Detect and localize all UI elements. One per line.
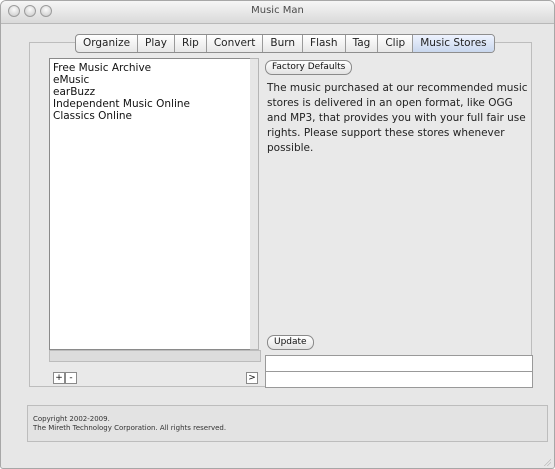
list-item[interactable]: eMusic (50, 74, 251, 86)
add-store-button[interactable]: + (53, 372, 65, 384)
tab-tag[interactable]: Tag (346, 35, 379, 52)
app-window: Music Man Organize Play Rip Convert Burn… (0, 0, 555, 469)
list-item[interactable]: Independent Music Online (50, 98, 251, 110)
tab-burn[interactable]: Burn (263, 35, 304, 52)
tab-rip[interactable]: Rip (175, 35, 207, 52)
stores-description: The music purchased at our recommended m… (267, 82, 528, 154)
tab-clip[interactable]: Clip (378, 35, 414, 52)
window-title: Music Man (251, 5, 304, 16)
open-store-button[interactable]: > (246, 372, 258, 384)
title-bar: Music Man (1, 1, 554, 24)
tab-convert[interactable]: Convert (207, 35, 264, 52)
copyright-line-2: The Mireth Technology Corporation. All r… (33, 424, 227, 432)
tab-play[interactable]: Play (138, 35, 175, 52)
remove-store-button[interactable]: - (65, 372, 77, 384)
copyright-line-1: Copyright 2002-2009. (33, 415, 110, 423)
store-name-field[interactable] (265, 355, 533, 372)
tab-flash[interactable]: Flash (303, 35, 346, 52)
tab-organize[interactable]: Organize (76, 35, 139, 52)
factory-defaults-button[interactable]: Factory Defaults (265, 60, 353, 75)
stores-list-scrollbar[interactable] (250, 58, 259, 350)
tab-music-stores[interactable]: Music Stores (413, 35, 494, 52)
store-url-field[interactable] (265, 371, 533, 388)
stores-list[interactable]: Free Music Archive eMusic earBuzz Indepe… (49, 58, 252, 350)
resize-grip-icon[interactable] (543, 458, 551, 466)
update-button[interactable]: Update (267, 335, 314, 350)
list-item[interactable]: Classics Online (50, 110, 251, 122)
tab-bar: Organize Play Rip Convert Burn Flash Tag… (75, 34, 495, 53)
list-item[interactable]: Free Music Archive (50, 62, 251, 74)
stores-list-footer (49, 350, 261, 362)
list-item[interactable]: earBuzz (50, 86, 251, 98)
